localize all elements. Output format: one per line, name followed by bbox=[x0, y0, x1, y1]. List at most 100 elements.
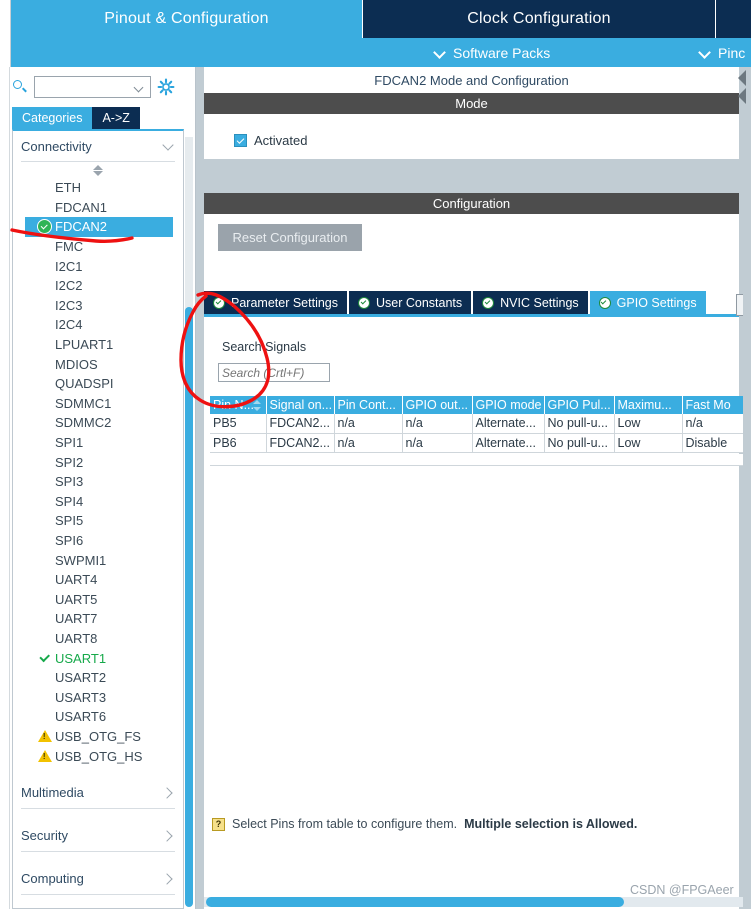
sidebar-item-uart5[interactable]: UART5 bbox=[13, 589, 183, 609]
sidebar-item-fdcan1[interactable]: FDCAN1 bbox=[13, 198, 183, 218]
sidebar-item-usart1[interactable]: USART1 bbox=[13, 648, 183, 668]
sidebar-item-i2c3[interactable]: I2C3 bbox=[13, 296, 183, 316]
sidebar-group-connectivity[interactable]: Connectivity bbox=[21, 131, 175, 162]
sidebar-item-i2c1[interactable]: I2C1 bbox=[13, 256, 183, 276]
table-cell-maximum-speed[interactable]: Low bbox=[614, 414, 683, 434]
sidebar-item-spi2[interactable]: SPI2 bbox=[13, 452, 183, 472]
table-cell-pin-context[interactable]: n/a bbox=[334, 414, 403, 434]
horizontal-scrollbar-thumb[interactable] bbox=[206, 897, 624, 907]
tab-categories[interactable]: Categories bbox=[12, 107, 93, 129]
sidebar-item-uart7[interactable]: UART7 bbox=[13, 609, 183, 629]
table-header-cell[interactable]: Pin Cont... bbox=[334, 396, 403, 414]
tab-gpio-settings[interactable]: GPIO Settings bbox=[589, 291, 706, 314]
tab-project-manager-partial[interactable] bbox=[716, 0, 751, 38]
table-cell-pin-context[interactable]: n/a bbox=[334, 433, 403, 453]
sidebar-item-sdmmc1[interactable]: SDMMC1 bbox=[13, 394, 183, 414]
tab-nvic-settings[interactable]: NVIC Settings bbox=[473, 291, 590, 314]
table-body: PB5 FDCAN2... n/a n/a Alternate... No pull-u.… bbox=[210, 414, 751, 453]
sidebar-item-lpuart1[interactable]: LPUART1 bbox=[13, 335, 183, 355]
table-cell-fast-mode[interactable]: n/a bbox=[682, 414, 751, 434]
chevron-right-icon[interactable] bbox=[738, 88, 746, 104]
table-row[interactable]: PB6 FDCAN2... n/a n/a Alternate... No pull-u.… bbox=[210, 433, 751, 453]
table-row[interactable]: PB5 FDCAN2... n/a n/a Alternate... No pull-u.… bbox=[210, 414, 751, 434]
table-cell-pin-name[interactable]: PB6 bbox=[210, 433, 267, 453]
sort-arrows-icon[interactable] bbox=[252, 400, 262, 411]
signal-search-input[interactable] bbox=[218, 363, 330, 382]
tab-pinout-configuration[interactable]: Pinout & Configuration bbox=[11, 0, 363, 38]
sidebar-item-spi1[interactable]: SPI1 bbox=[13, 433, 183, 453]
sidebar-item-usb_otg_hs[interactable]: USB_OTG_HS bbox=[13, 746, 183, 766]
sidebar-item-fmc[interactable]: FMC bbox=[13, 237, 183, 257]
activated-checkbox[interactable] bbox=[234, 134, 247, 147]
sidebar-item-usart6[interactable]: USART6 bbox=[13, 707, 183, 727]
sidebar-group-multimedia-label: Multimedia bbox=[21, 785, 84, 801]
sidebar-item-label: SPI1 bbox=[55, 435, 84, 451]
table-header-cell[interactable]: GPIO Pul... bbox=[544, 396, 615, 414]
table-header-cell[interactable]: Fast Mo bbox=[682, 396, 751, 414]
sidebar-item-label: FDCAN1 bbox=[55, 199, 108, 215]
sidebar-item-usart2[interactable]: USART2 bbox=[13, 668, 183, 688]
gear-icon[interactable] bbox=[157, 78, 175, 96]
chevron-right-icon[interactable] bbox=[738, 70, 746, 86]
sidebar-item-usb_otg_fs[interactable]: USB_OTG_FS bbox=[13, 727, 183, 747]
sidebar-item-sdmmc2[interactable]: SDMMC2 bbox=[13, 413, 183, 433]
sidebar-item-spi4[interactable]: SPI4 bbox=[13, 492, 183, 512]
horizontal-scrollbar[interactable] bbox=[204, 897, 751, 907]
table-header-label: Maximu... bbox=[617, 398, 672, 412]
tab-parameter-settings[interactable]: Parameter Settings bbox=[204, 291, 349, 314]
sidebar-group-security[interactable]: Security bbox=[21, 821, 175, 852]
sidebar-item-i2c2[interactable]: I2C2 bbox=[13, 276, 183, 296]
sidebar-item-spi5[interactable]: SPI5 bbox=[13, 511, 183, 531]
software-packs-menu[interactable]: Software Packs bbox=[435, 38, 550, 67]
pinout-menu[interactable]: Pinc bbox=[700, 38, 745, 67]
sidebar-item-fdcan2[interactable]: FDCAN2 bbox=[25, 217, 173, 237]
sidebar-left-rail bbox=[0, 67, 10, 909]
table-cell-signal-on-pin[interactable]: FDCAN2... bbox=[266, 414, 335, 434]
sidebar-search-input[interactable] bbox=[38, 77, 134, 99]
sidebar-group-computing[interactable]: Computing bbox=[21, 864, 175, 895]
table-header-cell[interactable]: Pin N... bbox=[210, 396, 267, 414]
table-cell-signal-on-pin[interactable]: FDCAN2... bbox=[266, 433, 335, 453]
table-cell-gpio-output[interactable]: n/a bbox=[402, 414, 473, 434]
sidebar-item-usart3[interactable]: USART3 bbox=[13, 687, 183, 707]
table-header-cell[interactable]: Maximu... bbox=[614, 396, 683, 414]
sidebar-item-spi6[interactable]: SPI6 bbox=[13, 531, 183, 551]
table-cell-gpio-pull[interactable]: No pull-u... bbox=[544, 414, 615, 434]
list-scroll-handle[interactable] bbox=[13, 162, 183, 178]
reset-configuration-button[interactable]: Reset Configuration bbox=[218, 224, 362, 251]
sidebar-item-i2c4[interactable]: I2C4 bbox=[13, 315, 183, 335]
sidebar-item-label: SPI4 bbox=[55, 493, 84, 509]
configuration-section-label: Configuration bbox=[432, 196, 511, 211]
table-header-cell[interactable]: GPIO mode bbox=[472, 396, 545, 414]
sidebar-item-uart4[interactable]: UART4 bbox=[13, 570, 183, 590]
tab-label: Parameter Settings bbox=[231, 295, 338, 310]
tab-user-constants[interactable]: User Constants bbox=[349, 291, 474, 314]
activated-checkbox-row[interactable]: Activated bbox=[234, 133, 307, 148]
sidebar-item-quadspi[interactable]: QUADSPI bbox=[13, 374, 183, 394]
panel-expand-arrows[interactable] bbox=[738, 70, 751, 112]
sidebar-group-multimedia[interactable]: Multimedia bbox=[21, 778, 175, 809]
table-cell-gpio-output[interactable]: n/a bbox=[402, 433, 473, 453]
table-cell-gpio-pull[interactable]: No pull-u... bbox=[544, 433, 615, 453]
table-cell-pin-name[interactable]: PB5 bbox=[210, 414, 267, 434]
panel-right-edge bbox=[743, 67, 751, 909]
table-cell-gpio-mode[interactable]: Alternate... bbox=[472, 414, 545, 434]
table-cell-fast-mode[interactable]: Disable bbox=[682, 433, 751, 453]
sidebar-item-label: I2C1 bbox=[55, 258, 83, 274]
sidebar-scrollbar-thumb[interactable] bbox=[185, 307, 193, 907]
sidebar-item-uart8[interactable]: UART8 bbox=[13, 629, 183, 649]
tab-a-to-z[interactable]: A->Z bbox=[92, 107, 140, 129]
sidebar-vertical-scrollbar[interactable] bbox=[185, 137, 193, 907]
table-header-cell[interactable]: GPIO out... bbox=[402, 396, 473, 414]
sidebar-item-spi3[interactable]: SPI3 bbox=[13, 472, 183, 492]
sidebar-search-combo[interactable] bbox=[34, 76, 151, 99]
table-cell-maximum-speed[interactable]: Low bbox=[614, 433, 683, 453]
table-header-cell[interactable]: Signal on... bbox=[266, 396, 335, 414]
sidebar-item-eth[interactable]: ETH bbox=[13, 178, 183, 198]
tab-clock-configuration[interactable]: Clock Configuration bbox=[363, 0, 716, 38]
sidebar-item-mdios[interactable]: MDIOS bbox=[13, 354, 183, 374]
stm32cubemx-window: Pinout & Configuration Clock Configurati… bbox=[0, 0, 751, 909]
table-cell-gpio-mode[interactable]: Alternate... bbox=[472, 433, 545, 453]
chevron-down-icon[interactable] bbox=[135, 84, 144, 93]
sidebar-item-swpmi1[interactable]: SWPMI1 bbox=[13, 550, 183, 570]
